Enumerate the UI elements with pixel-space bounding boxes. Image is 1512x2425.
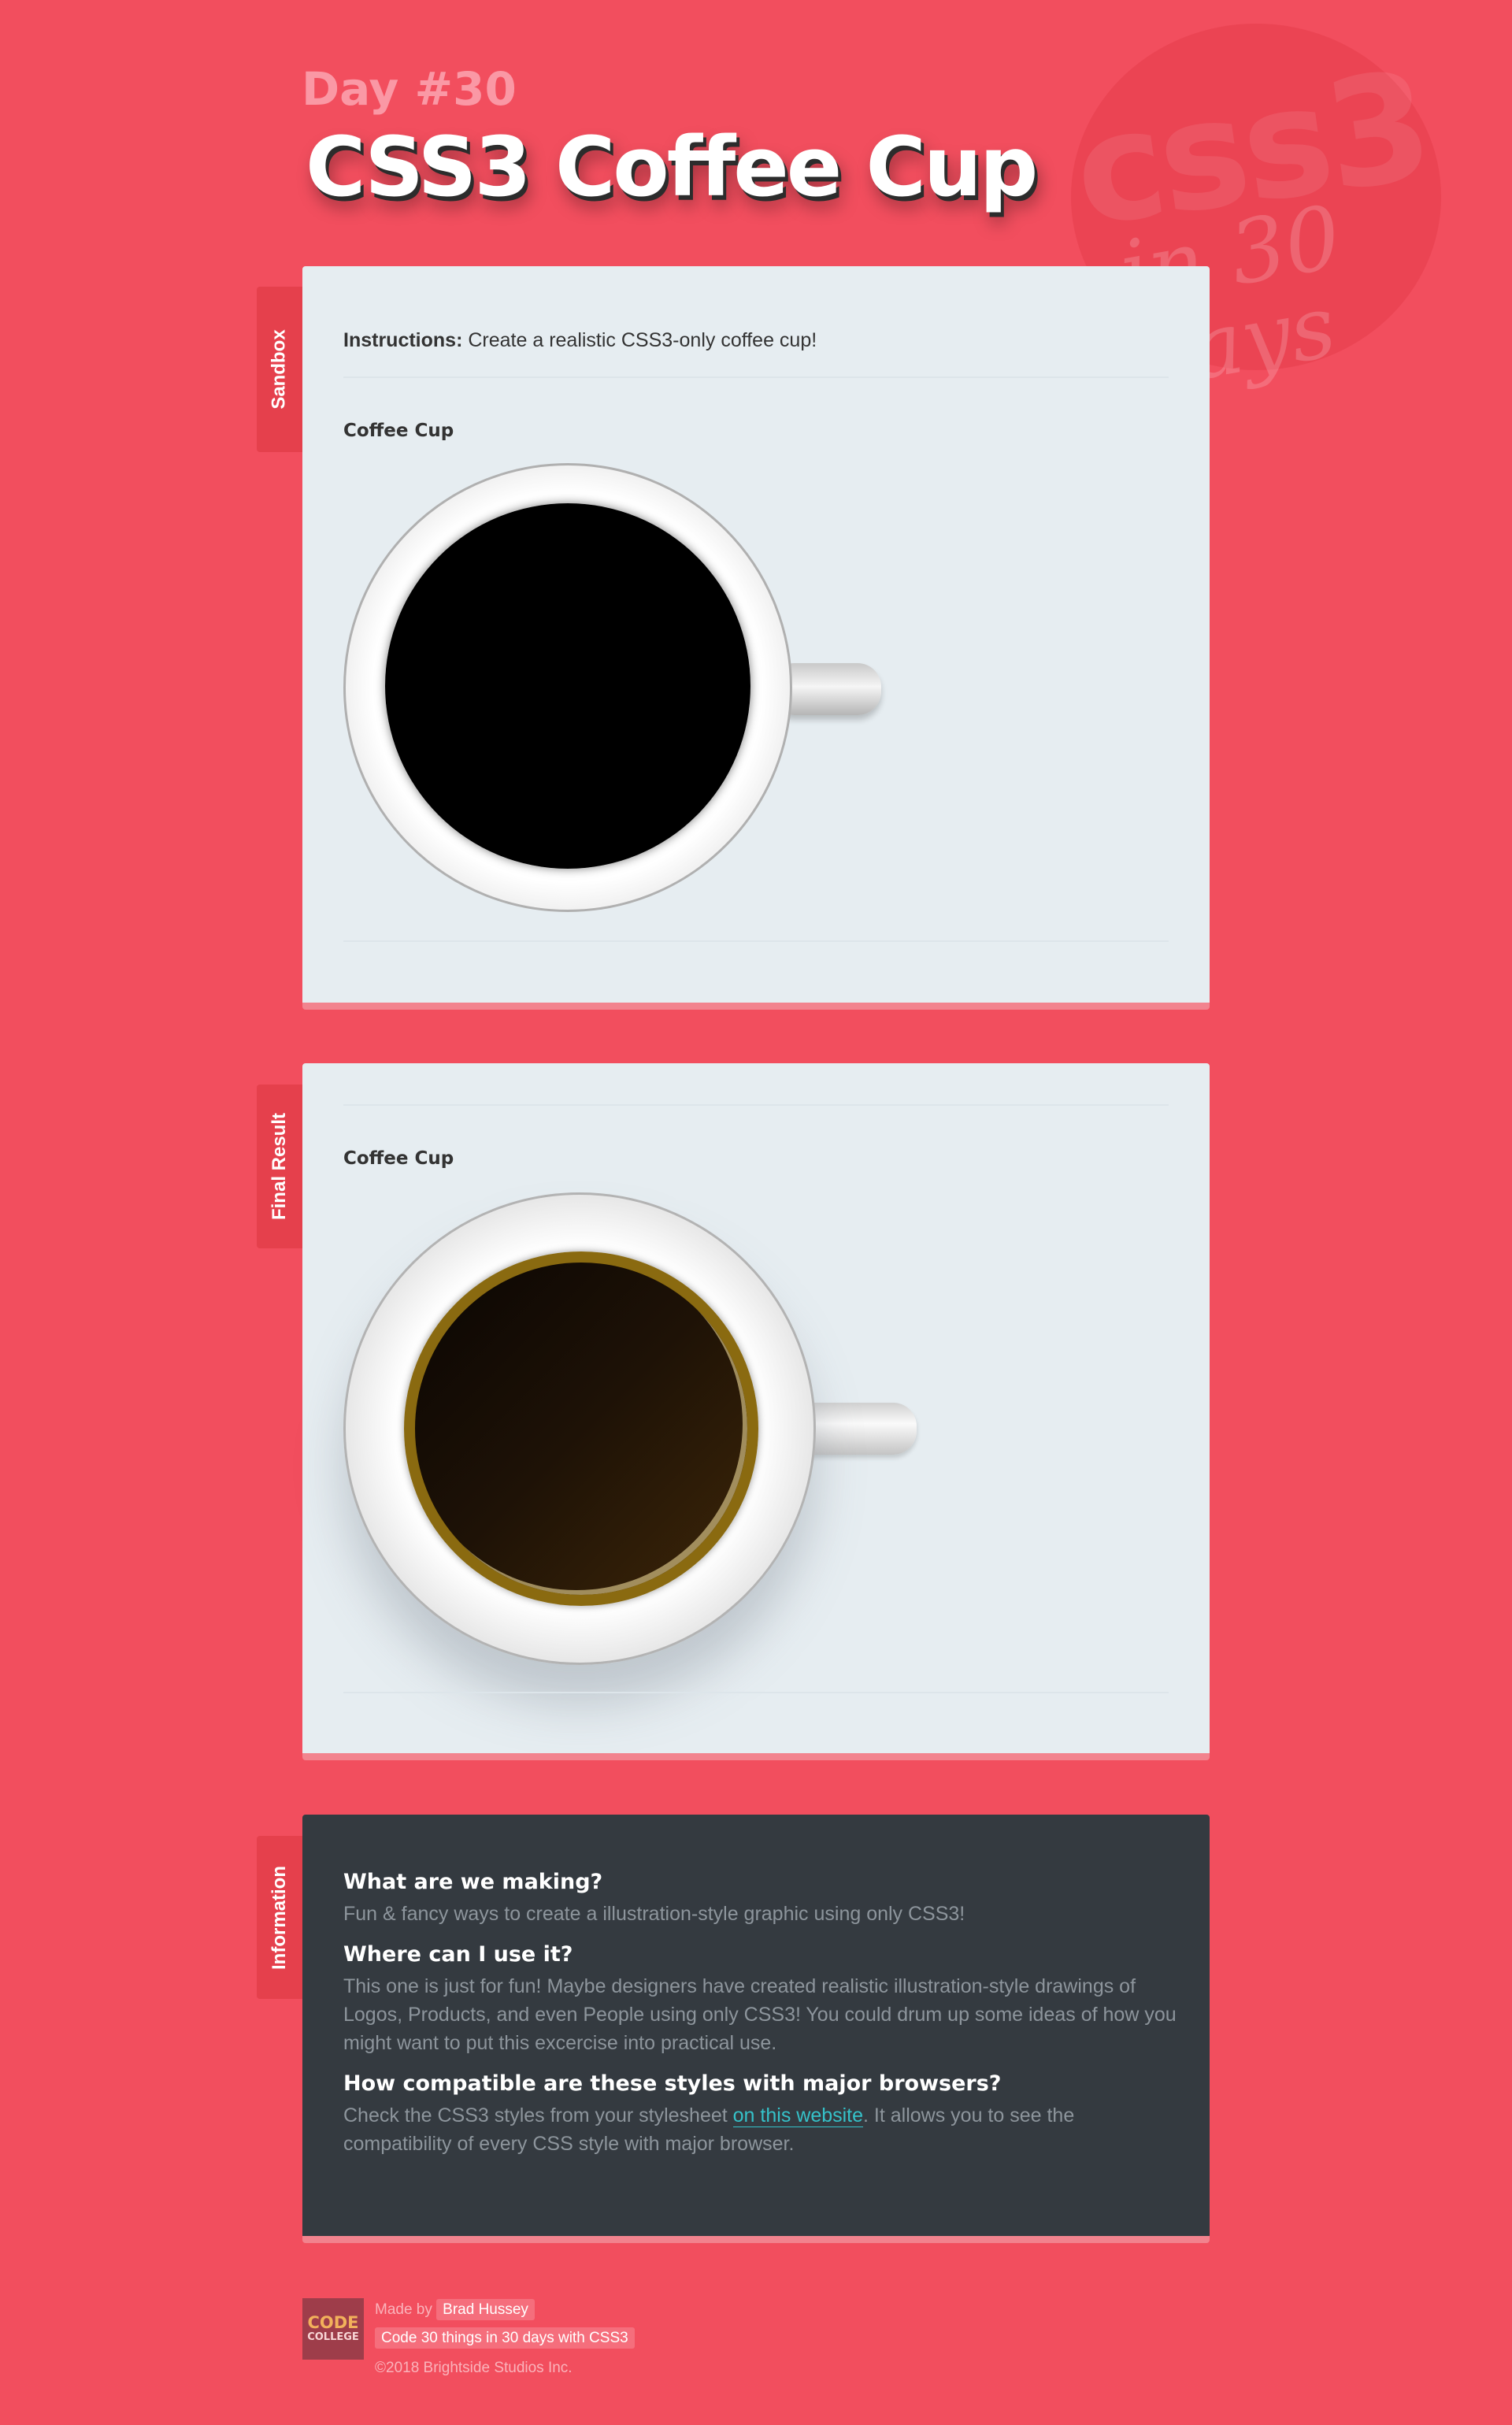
course-link[interactable]: Code 30 things in 30 days with CSS3 bbox=[375, 2327, 635, 2349]
logo-line2: COLLEGE bbox=[307, 2330, 359, 2343]
answer-compatible: Check the CSS3 styles from your styleshe… bbox=[343, 2101, 1178, 2158]
sandbox-coffee bbox=[385, 503, 750, 869]
question-where: Where can I use it? bbox=[343, 1942, 573, 1967]
question-what: What are we making? bbox=[343, 1870, 603, 1894]
made-by-label: Made by bbox=[375, 2301, 432, 2318]
question-compatible: How compatible are these styles with maj… bbox=[343, 2071, 1002, 2096]
tab-sandbox-label: Sandbox bbox=[269, 329, 290, 410]
instructions: Instructions: Create a realistic CSS3-on… bbox=[343, 329, 817, 352]
answer-compatible-text: Check the CSS3 styles from your styleshe… bbox=[343, 2104, 733, 2127]
final-cup-label: Coffee Cup bbox=[343, 1148, 454, 1169]
sandbox-coffee-cup bbox=[343, 463, 792, 912]
divider bbox=[343, 1692, 1169, 1693]
tab-information-label: Information bbox=[269, 1865, 290, 1970]
page-title: CSS3 Coffee Cup bbox=[306, 119, 1038, 215]
answer-where: This one is just for fun! Maybe designer… bbox=[343, 1975, 1177, 2054]
instructions-label: Instructions: bbox=[343, 329, 463, 351]
divider bbox=[343, 940, 1169, 942]
made-by: Made by Brad Hussey bbox=[375, 2299, 535, 2320]
final-coffee bbox=[404, 1251, 758, 1606]
copyright: ©2018 Brightside Studios Inc. bbox=[375, 2360, 573, 2376]
sandbox-panel: Instructions: Create a realistic CSS3-on… bbox=[302, 266, 1210, 1010]
information-panel: What are we making? Fun & fancy ways to … bbox=[302, 1815, 1210, 2243]
tab-information[interactable]: Information bbox=[257, 1836, 302, 1999]
code-college-logo[interactable]: CODE COLLEGE bbox=[302, 2298, 364, 2360]
sandbox-cup-label: Coffee Cup bbox=[343, 421, 454, 441]
author-link[interactable]: Brad Hussey bbox=[436, 2299, 535, 2320]
compatibility-link[interactable]: on this website bbox=[732, 2104, 864, 2127]
instructions-text: Create a realistic CSS3-only coffee cup! bbox=[468, 329, 817, 351]
final-result-panel: Coffee Cup bbox=[302, 1063, 1210, 1760]
answer-what: Fun & fancy ways to create a illustratio… bbox=[343, 1903, 965, 1925]
day-number: Day #30 bbox=[302, 62, 517, 116]
tab-sandbox[interactable]: Sandbox bbox=[257, 287, 302, 452]
course-line: Code 30 things in 30 days with CSS3 bbox=[375, 2327, 635, 2349]
logo-line1: CODE bbox=[307, 2312, 359, 2332]
tab-final-result-label: Final Result bbox=[269, 1112, 290, 1221]
divider bbox=[343, 1104, 1169, 1106]
tab-final-result[interactable]: Final Result bbox=[257, 1085, 302, 1248]
final-coffee-cup bbox=[343, 1192, 816, 1665]
divider bbox=[343, 376, 1169, 378]
